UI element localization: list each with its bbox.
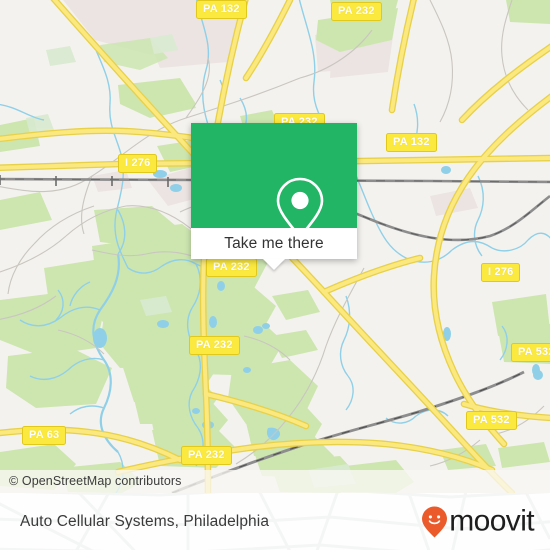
road-shield: PA 532 (511, 343, 550, 362)
map-canvas[interactable]: PA 132 PA 232 PA 232 PA 132 I 276 PA 232 I 276… (0, 0, 550, 493)
callout-pointer (263, 259, 285, 270)
footer-bar: Auto Cellular Systems, Philadelphia moov… (0, 493, 550, 550)
moovit-logo[interactable]: moovit (421, 504, 535, 538)
road-shield: PA 132 (386, 133, 437, 152)
road-shield: PA 232 (181, 446, 232, 465)
map-attribution: © OpenStreetMap contributors (0, 470, 550, 493)
moovit-smiley-pin-icon (421, 505, 448, 538)
callout-action-area[interactable]: Take me there (191, 228, 357, 270)
road-shield: PA 232 (206, 258, 257, 277)
road-shield: PA 63 (22, 426, 67, 445)
callout-marker-area (191, 123, 357, 239)
take-me-there-button[interactable]: Take me there (191, 228, 357, 259)
road-shield: PA 232 (189, 336, 240, 355)
road-shield: I 276 (118, 154, 158, 173)
destination-callout-card[interactable]: Take me there (191, 123, 357, 270)
attribution-text: © OpenStreetMap contributors (9, 474, 182, 488)
moovit-wordmark: moovit (449, 504, 534, 538)
road-shield: PA 132 (196, 0, 247, 19)
road-shield: PA 232 (331, 2, 382, 21)
road-shield: I 276 (481, 263, 521, 282)
moovit-map-screen: PA 132 PA 232 PA 232 PA 132 I 276 PA 232 I 276… (0, 0, 550, 550)
road-shield: PA 532 (466, 411, 517, 430)
page-title: Auto Cellular Systems, Philadelphia (20, 512, 270, 530)
